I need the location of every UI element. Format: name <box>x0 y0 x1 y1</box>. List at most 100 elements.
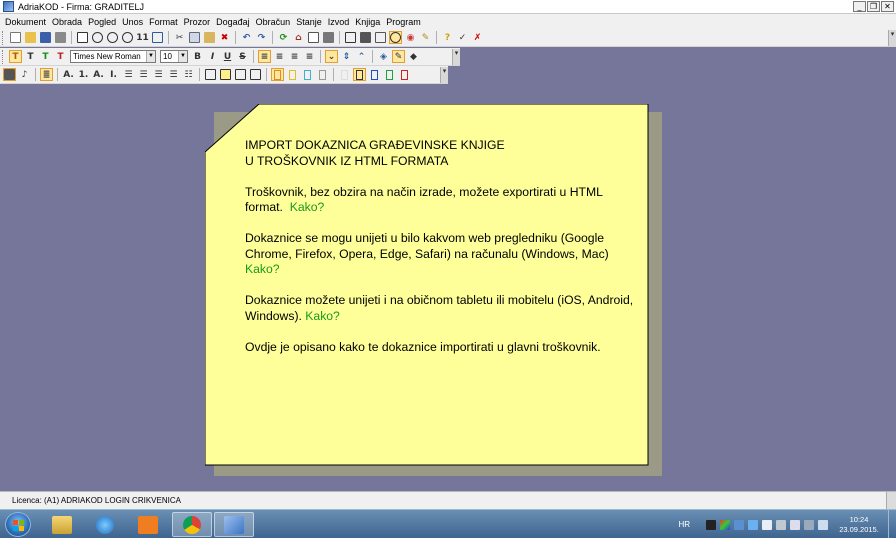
list-numeric-button[interactable]: 1. <box>77 68 90 81</box>
tray-volume-icon[interactable] <box>790 519 800 530</box>
delete-icon[interactable]: ✖ <box>218 31 231 44</box>
menu-obrada[interactable]: Obrada <box>50 17 86 27</box>
border-yellow-icon[interactable] <box>286 68 299 81</box>
taskbar-explorer[interactable] <box>42 512 82 537</box>
how-link-tablet[interactable]: Kako? <box>305 309 340 323</box>
paragraph-icon[interactable]: ≣ <box>40 68 53 81</box>
minimize-button[interactable]: _ <box>853 1 866 12</box>
menu-program[interactable]: Program <box>384 17 425 27</box>
tray-app-icon[interactable] <box>706 519 716 530</box>
refresh-icon[interactable]: ⟳ <box>277 31 290 44</box>
list-alpha-button[interactable]: A. <box>92 68 105 81</box>
text-style-3-button[interactable]: T <box>39 50 52 63</box>
home-icon[interactable]: ⌂ <box>292 31 305 44</box>
close-button[interactable]: ✕ <box>881 1 894 12</box>
page-yellow-icon[interactable] <box>219 68 232 81</box>
align-center-icon[interactable]: ≡ <box>273 50 286 63</box>
underline-button[interactable]: U <box>221 50 234 63</box>
font-size-select[interactable]: 10 ▼ <box>160 50 188 63</box>
toolbar-overflow[interactable]: ▾ <box>452 49 460 65</box>
valign-down-icon[interactable]: ⌄ <box>325 50 338 63</box>
bullet-list-icon[interactable]: ☰ <box>152 68 165 81</box>
justify-icon[interactable]: ≡ <box>303 50 316 63</box>
valign-up-icon[interactable]: ⌃ <box>355 50 368 63</box>
image-icon[interactable] <box>3 68 16 81</box>
bold-button[interactable]: B <box>191 50 204 63</box>
taskbar-adriakod[interactable] <box>214 512 254 537</box>
open-folder-icon[interactable] <box>24 31 37 44</box>
tray-colors-icon[interactable] <box>720 519 730 530</box>
page-text-icon[interactable] <box>249 68 262 81</box>
toolbar-overflow[interactable]: ▾ <box>440 67 448 83</box>
fill-color-icon[interactable]: ◈ <box>377 50 390 63</box>
tray-network-icon[interactable] <box>734 519 744 530</box>
start-button[interactable] <box>5 512 31 537</box>
toolbar-overflow[interactable]: ▾ <box>888 30 896 46</box>
menu-obracun[interactable]: Obračun <box>254 17 295 27</box>
clock[interactable]: 10:24 23.09.2015. <box>834 515 884 535</box>
text-style-2-button[interactable]: T <box>24 50 37 63</box>
music-icon[interactable]: ♪ <box>18 68 31 81</box>
page-icon[interactable] <box>204 68 217 81</box>
tray-monitor-icon[interactable] <box>804 519 814 530</box>
cut-icon[interactable]: ✂ <box>173 31 186 44</box>
zoom-page-icon[interactable] <box>106 31 119 44</box>
cancel-icon[interactable]: ✗ <box>471 31 484 44</box>
tray-shield-icon[interactable] <box>776 519 786 530</box>
taskbar-chrome[interactable] <box>172 512 212 537</box>
font-select[interactable]: Times New Roman ▼ <box>70 50 156 63</box>
taskbar-media-player[interactable] <box>128 512 168 537</box>
page-number-icon[interactable]: 11 <box>136 31 149 44</box>
menu-izvod[interactable]: Izvod <box>326 17 354 27</box>
pen-icon[interactable]: ✎ <box>392 50 405 63</box>
border-red-icon[interactable] <box>398 68 411 81</box>
restore-button[interactable]: ❐ <box>867 1 880 12</box>
show-desktop-button[interactable] <box>888 510 896 538</box>
chevron-down-icon[interactable]: ▼ <box>178 51 187 62</box>
list-alpha-upper-button[interactable]: A. <box>62 68 75 81</box>
border-green-icon[interactable] <box>383 68 396 81</box>
calculator-icon[interactable] <box>322 31 335 44</box>
menu-dokument[interactable]: Dokument <box>3 17 50 27</box>
check-icon[interactable]: ✓ <box>456 31 469 44</box>
strikethrough-button[interactable]: S <box>236 50 249 63</box>
list-roman-button[interactable]: I. <box>107 68 120 81</box>
eraser-icon[interactable]: ◆ <box>407 50 420 63</box>
tray-update-icon[interactable] <box>748 519 758 530</box>
border-black-icon[interactable] <box>353 68 366 81</box>
numbered-list-icon[interactable]: ☰ <box>122 68 135 81</box>
border-cyan-icon[interactable] <box>301 68 314 81</box>
border-gray-icon[interactable] <box>316 68 329 81</box>
undo-icon[interactable]: ↶ <box>240 31 253 44</box>
align-right-icon[interactable]: ≡ <box>288 50 301 63</box>
bullet-list-2-icon[interactable]: ☰ <box>167 68 180 81</box>
zoom-icon[interactable] <box>91 31 104 44</box>
print-icon[interactable] <box>54 31 67 44</box>
border-white-icon[interactable] <box>338 68 351 81</box>
status-scroll[interactable] <box>886 492 896 509</box>
how-link-export[interactable]: Kako? <box>290 200 325 214</box>
paste-icon[interactable] <box>203 31 216 44</box>
page-image-icon[interactable] <box>234 68 247 81</box>
print-preview-icon[interactable] <box>76 31 89 44</box>
new-document-icon[interactable] <box>9 31 22 44</box>
menu-format[interactable]: Format <box>147 17 182 27</box>
copy-icon[interactable] <box>188 31 201 44</box>
help-icon[interactable]: ? <box>441 31 454 44</box>
lifebuoy-icon[interactable]: ◉ <box>404 31 417 44</box>
two-pages-icon[interactable] <box>151 31 164 44</box>
valign-middle-icon[interactable]: ⇕ <box>340 50 353 63</box>
search-icon[interactable] <box>389 31 402 44</box>
tray-flag-icon[interactable] <box>818 519 828 530</box>
language-indicator[interactable]: HR <box>678 520 690 529</box>
chevron-down-icon[interactable]: ▼ <box>146 51 155 62</box>
how-link-browser[interactable]: Kako? <box>245 262 280 276</box>
taskbar-internet-explorer[interactable] <box>85 512 125 537</box>
border-blue-icon[interactable] <box>368 68 381 81</box>
menu-pogled[interactable]: Pogled <box>86 17 120 27</box>
multilevel-list-icon[interactable]: ☰ <box>137 68 150 81</box>
browser-icon[interactable] <box>374 31 387 44</box>
zoom-width-icon[interactable] <box>121 31 134 44</box>
text-style-1-button[interactable]: T <box>9 50 22 63</box>
align-left-icon[interactable]: ≡ <box>258 50 271 63</box>
